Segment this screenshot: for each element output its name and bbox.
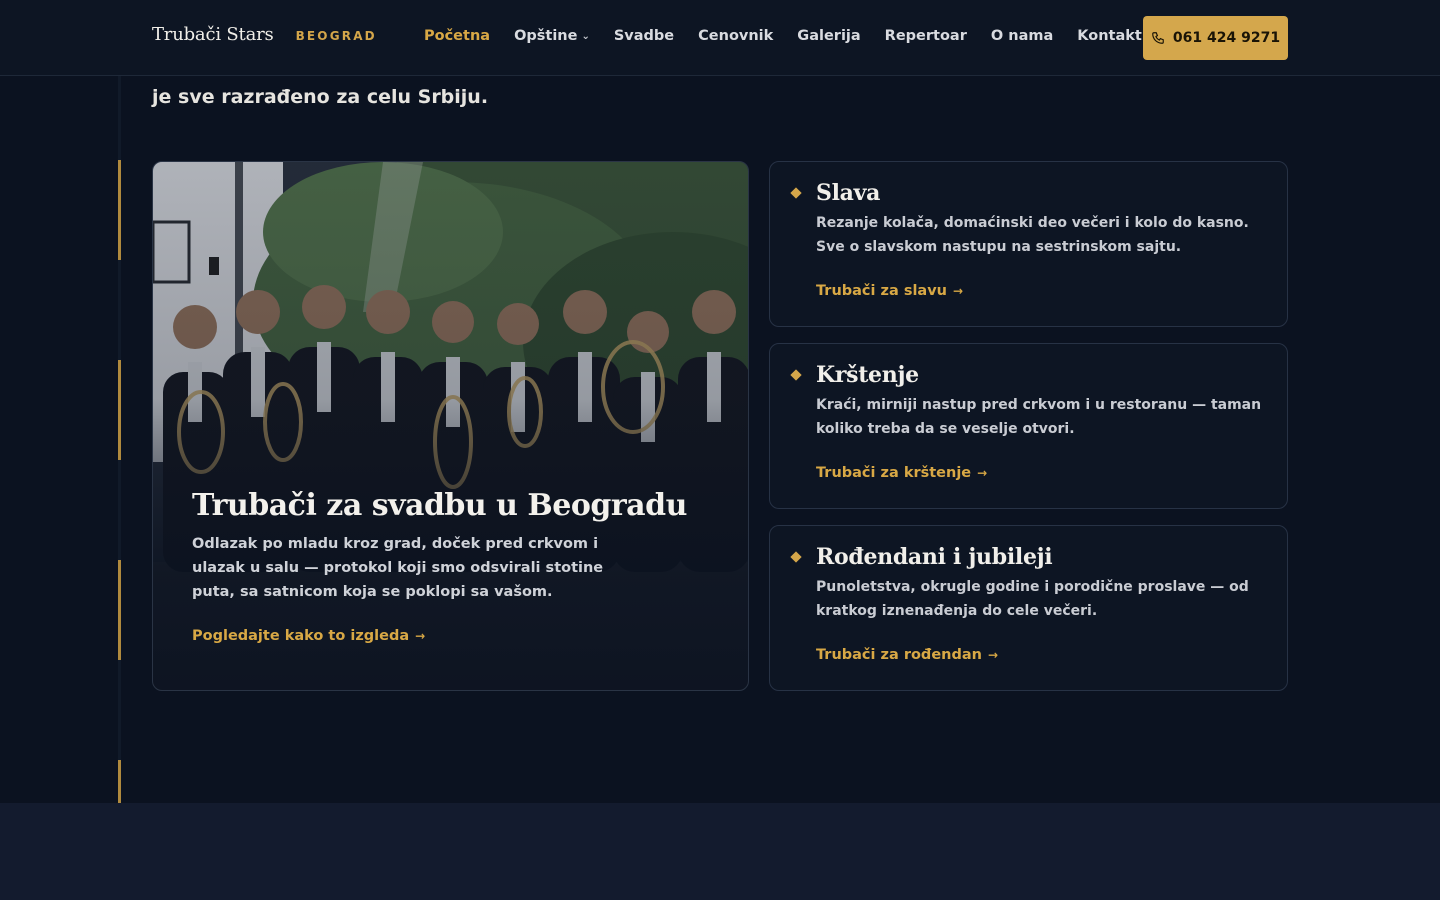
nav-item-o-nama[interactable]: O nama [991,28,1053,44]
card-link-label: Trubači za slavu [816,283,947,299]
section-lead: je sve razrađeno za celu Srbiju. [152,86,489,108]
site-header: Trubači Stars BEOGRAD Početna Opštine ⌄ … [0,0,1440,76]
hero-link[interactable]: Pogledajte kako to izgleda → [192,628,425,644]
diamond-icon [790,187,802,199]
hero-link-label: Pogledajte kako to izgleda [192,628,410,644]
next-section-band [0,803,1440,900]
brand-logo[interactable]: Trubači Stars BEOGRAD [152,24,377,45]
card-description: Rezanje kolača, domaćinski deo večeri i … [816,215,1249,255]
rail-mark [118,360,121,460]
card-link-label: Trubači za krštenje [816,465,972,481]
nav-item-svadbe[interactable]: Svadbe [614,28,674,44]
arrow-right-icon: → [977,466,988,480]
brand-name: Trubači Stars [152,24,274,45]
arrow-right-icon: → [987,648,999,662]
hero-description: Odlazak po mladu kroz grad, doček pred c… [192,536,604,600]
nav-item-repertoar[interactable]: Repertoar [885,28,967,44]
card-title: Krštenje [816,362,919,388]
nav-item-cenovnik[interactable]: Cenovnik [698,28,773,44]
nav-item-opstine[interactable]: Opštine ⌄ [514,28,590,44]
hero-title: Trubači za svadbu u Beogradu [192,488,687,523]
card-title: Slava [816,180,881,206]
phone-button[interactable]: 061 424 9271 [1143,16,1288,60]
card-link-label: Trubači za rođendan [816,647,982,663]
event-card-slava[interactable]: Slava Rezanje kolača, domaćinski deo več… [769,161,1288,327]
event-card-krstenje[interactable]: Krštenje Kraći, mirniji nastup pred crkv… [769,343,1288,509]
arrow-right-icon: → [952,284,964,298]
brand-city: BEOGRAD [295,29,377,43]
main-nav: Početna Opštine ⌄ Svadbe Cenovnik Galeri… [424,28,1166,44]
phone-number: 061 424 9271 [1172,30,1281,46]
phone-icon [1152,32,1164,44]
card-link[interactable]: Trubači za krštenje → [816,465,987,481]
rail-mark [118,560,121,660]
rail-mark [118,760,121,804]
card-description: Punoletstva, okrugle godine i porodične … [816,579,1249,619]
nav-item-label: Opštine [514,28,578,44]
card-link[interactable]: Trubači za rođendan → [816,647,998,663]
hero-overlay [153,162,748,690]
hero-card-wedding[interactable]: Trubači za svadbu u Beogradu Odlazak po … [152,161,749,691]
nav-item-galerija[interactable]: Galerija [797,28,860,44]
card-description: Kraći, mirniji nastup pred crkvom i u re… [816,397,1262,437]
page: Trubači Stars BEOGRAD Početna Opštine ⌄ … [0,0,1440,900]
diamond-icon [790,369,802,381]
card-link[interactable]: Trubači za slavu → [816,283,963,299]
card-title: Rođendani i jubileji [816,544,1053,570]
nav-item-pocetna[interactable]: Početna [424,28,490,44]
event-card-rodjendani[interactable]: Rođendani i jubileji Punoletstva, okrugl… [769,525,1288,691]
arrow-right-icon: → [415,629,426,643]
diamond-icon [790,551,802,563]
chevron-down-icon: ⌄ [581,30,590,42]
nav-item-kontakt[interactable]: Kontakt [1077,28,1142,44]
rail-mark [118,160,121,260]
